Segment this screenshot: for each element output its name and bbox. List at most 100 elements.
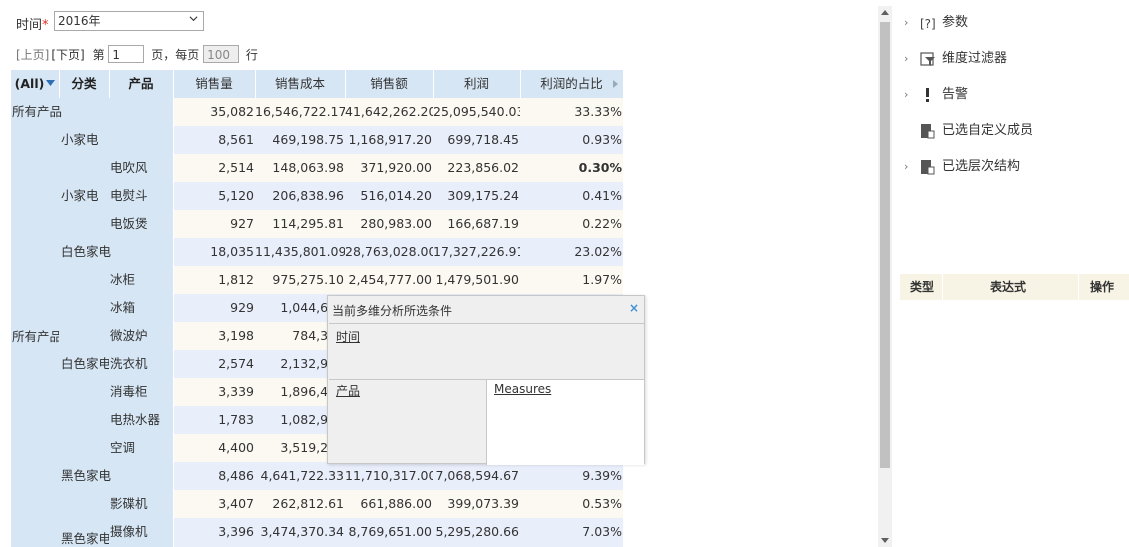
next-page-link[interactable]: [下页] xyxy=(51,46,84,63)
product-dvd-player[interactable]: 影碟机 xyxy=(109,490,173,518)
all-products-row-label[interactable]: 所有产品 xyxy=(11,98,173,126)
svg-text:[?]: [?] xyxy=(920,17,936,31)
ratio-header[interactable]: 利润的占比 xyxy=(520,70,623,98)
qty-cell: 8,486 xyxy=(218,468,254,483)
product-iron[interactable]: 电熨斗 xyxy=(109,182,173,210)
popup-measures-link[interactable]: Measures xyxy=(494,382,551,396)
cost-cell: 3,474,370.34 xyxy=(260,524,345,539)
all-products-side-label[interactable]: 所有产品 xyxy=(11,126,59,547)
product-water-heater[interactable]: 电热水器 xyxy=(109,406,173,434)
product-rice-cooker[interactable]: 电饭煲 xyxy=(109,210,173,238)
category-small-appliance[interactable]: 小家电 xyxy=(59,126,173,154)
ratio-cell: 33.33% xyxy=(574,104,622,119)
alert-icon xyxy=(926,88,929,102)
cost-cell: 206,838.96 xyxy=(272,188,344,203)
close-icon[interactable]: × xyxy=(629,301,639,315)
page-prefix: 第 xyxy=(92,47,105,62)
popup-product-link[interactable]: 产品 xyxy=(336,382,360,399)
profit-cell: 25,095,540.03 xyxy=(433,104,520,119)
popup-lower: 产品 Measures xyxy=(329,379,644,465)
ratio-cell: 1.97% xyxy=(582,272,622,287)
expression-table-header: 类型 表达式 操作 xyxy=(900,274,1129,300)
cost-header[interactable]: 销售成本 xyxy=(255,70,345,98)
cost-cell: 262,812.61 xyxy=(272,496,344,511)
qty-cell: 3,407 xyxy=(218,496,254,511)
product-washer[interactable]: 洗衣机 xyxy=(109,350,173,378)
time-select[interactable]: 2016年 xyxy=(54,11,204,31)
ratio-cell: 0.93% xyxy=(582,132,622,147)
cost-cell: 4,641,722.33 xyxy=(260,468,345,483)
sales-cell: 1,168,917.20 xyxy=(348,132,433,147)
profit-cell: 7,068,594.67 xyxy=(435,468,520,483)
vertical-scrollbar[interactable] xyxy=(878,6,892,547)
popup-title: 当前多维分析所选条件 xyxy=(332,304,453,318)
selection-conditions-popup: 当前多维分析所选条件 × 时间 产品 Measures xyxy=(327,295,645,465)
rows-per-page-input[interactable]: 100 xyxy=(203,45,240,63)
group-white-appliance[interactable]: 白色家电 xyxy=(59,266,109,462)
ratio-cell: 23.02% xyxy=(574,244,622,259)
expand-arrow-icon: › xyxy=(904,160,909,173)
qty-cell: 8,561 xyxy=(218,132,254,147)
expand-arrow-icon: › xyxy=(904,88,909,101)
qty-cell: 1,783 xyxy=(218,412,254,427)
cost-cell: 11,435,801.09 xyxy=(255,244,345,259)
qty-header[interactable]: 销售量 xyxy=(173,70,255,98)
sales-cell: 371,920.00 xyxy=(360,160,432,175)
pager: [上页] [下页] 第 1 页，每页 100 行 xyxy=(16,45,258,63)
product-hair-dryer[interactable]: 电吹风 xyxy=(109,154,173,182)
scroll-thumb[interactable] xyxy=(880,22,890,468)
qty-cell: 35,082 xyxy=(210,104,254,119)
category-header[interactable]: 分类 xyxy=(59,70,109,98)
profit-cell: 17,327,226.91 xyxy=(433,244,520,259)
qty-cell: 2,514 xyxy=(218,160,254,175)
product-microwave[interactable]: 微波炉 xyxy=(109,322,173,350)
scroll-up-arrow[interactable] xyxy=(881,10,889,15)
time-filter-label: 时间* xyxy=(16,18,49,33)
cost-cell: 114,295.81 xyxy=(272,216,344,231)
ratio-cell: 9.39% xyxy=(582,468,622,483)
category-white-appliance[interactable]: 白色家电 xyxy=(59,238,173,266)
product-freezer[interactable]: 冰柜 xyxy=(109,266,173,294)
cost-cell: 16,546,722.17 xyxy=(255,104,345,119)
cost-cell: 469,198.75 xyxy=(272,132,344,147)
expand-arrow-icon: › xyxy=(904,16,909,29)
sales-cell: 280,983.00 xyxy=(360,216,432,231)
sales-cell: 516,014.20 xyxy=(360,188,432,203)
page-number-input[interactable]: 1 xyxy=(108,45,145,63)
category-black-appliance[interactable]: 黑色家电 xyxy=(59,462,173,490)
profit-header[interactable]: 利润 xyxy=(433,70,520,98)
product-sterilizer[interactable]: 消毒柜 xyxy=(109,378,173,406)
profit-cell: 699,718.45 xyxy=(447,132,519,147)
sales-header[interactable]: 销售额 xyxy=(345,70,433,98)
popup-time-link[interactable]: 时间 xyxy=(336,328,360,345)
qty-cell: 18,035 xyxy=(210,244,254,259)
profit-cell: 1,479,501.90 xyxy=(435,272,520,287)
popup-body: 时间 产品 Measures xyxy=(329,323,644,465)
prev-page-link[interactable]: [上页] xyxy=(16,46,49,63)
product-camcorder[interactable]: 摄像机 xyxy=(109,518,173,547)
operation-column-header: 操作 xyxy=(1090,280,1115,294)
product-fridge[interactable]: 冰箱 xyxy=(109,294,173,322)
qty-cell: 3,339 xyxy=(218,384,254,399)
product-header[interactable]: 产品 xyxy=(109,70,173,98)
ratio-cell: 0.41% xyxy=(582,188,622,203)
sales-cell: 41,642,262.20 xyxy=(345,104,433,119)
cost-cell: 148,063.98 xyxy=(272,160,344,175)
product-air-conditioner[interactable]: 空调 xyxy=(109,434,173,462)
qty-cell: 927 xyxy=(230,216,254,231)
group-black-appliance[interactable]: 黑色家电 xyxy=(59,490,109,547)
sales-cell: 661,886.00 xyxy=(360,496,432,511)
member-icon xyxy=(921,124,935,139)
chevron-down-icon xyxy=(189,16,198,22)
scroll-down-arrow[interactable] xyxy=(881,538,889,543)
group-small-appliance[interactable]: 小家电 xyxy=(59,154,109,238)
expression-column-header: 表达式 xyxy=(990,280,1027,294)
qty-cell: 3,198 xyxy=(218,328,254,343)
profit-cell: 399,073.39 xyxy=(447,496,519,511)
all-header[interactable]: (All) xyxy=(11,70,59,98)
filter-icon xyxy=(920,52,935,66)
profit-cell: 166,687.19 xyxy=(447,216,519,231)
hierarchy-icon xyxy=(921,160,935,175)
scroll-right-icon xyxy=(613,80,618,88)
qty-cell: 1,812 xyxy=(218,272,254,287)
